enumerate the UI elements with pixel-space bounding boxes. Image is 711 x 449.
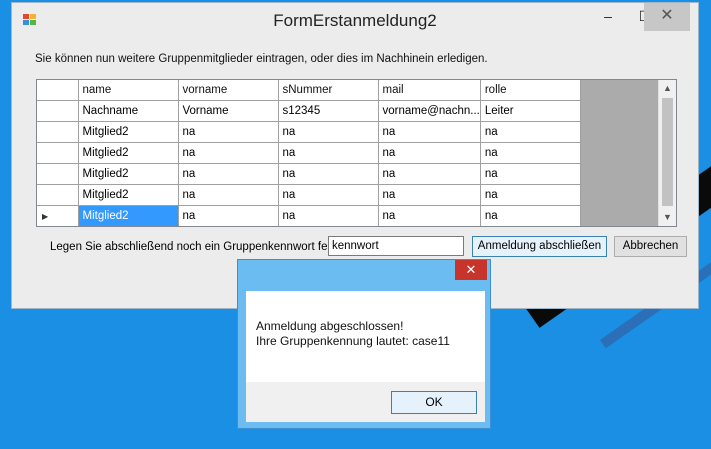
minimize-button[interactable]: –	[589, 3, 627, 31]
password-label: Legen Sie abschließend noch ein Gruppenk…	[50, 241, 340, 253]
row-header[interactable]	[37, 163, 79, 185]
scrollbar-thumb[interactable]	[662, 98, 673, 206]
scroll-up-icon[interactable]: ▲	[659, 80, 676, 97]
cell-vorname[interactable]: na	[178, 163, 279, 185]
dialog-close-button[interactable]: ✕	[455, 260, 487, 280]
dialog-message-line1: Anmeldung abgeschlossen!	[256, 319, 404, 333]
column-header-rolle[interactable]: rolle	[480, 80, 581, 101]
cell-mail[interactable]: na	[378, 121, 481, 143]
column-header-mail[interactable]: mail	[378, 80, 481, 101]
current-row-arrow-icon: ▶	[42, 211, 49, 221]
close-button[interactable]: ✕	[644, 3, 690, 31]
cell-rolle[interactable]: na	[480, 142, 581, 164]
cell-vorname[interactable]: na	[178, 205, 279, 226]
cell-snummer[interactable]: na	[278, 163, 379, 185]
ok-button[interactable]: OK	[391, 391, 477, 414]
info-text: Sie können nun weitere Gruppenmitglieder…	[35, 53, 488, 65]
message-dialog: ✕ Anmeldung abgeschlossen! Ihre Gruppenk…	[237, 259, 491, 429]
dialog-message-line2: Ihre Gruppenkennung lautet: case11	[256, 334, 450, 348]
cell-rolle[interactable]: Leiter	[480, 100, 581, 122]
close-icon: ✕	[660, 7, 674, 24]
dialog-footer: OK	[246, 382, 485, 422]
cell-name[interactable]: Mitglied2	[78, 184, 179, 206]
cell-name[interactable]: Nachname	[78, 100, 179, 122]
table-row[interactable]: Mitglied2 na na na na	[37, 163, 581, 185]
cell-vorname[interactable]: Vorname	[178, 100, 279, 122]
cell-mail[interactable]: na	[378, 205, 481, 226]
cell-name[interactable]: Mitglied2	[78, 121, 179, 143]
column-header-name[interactable]: name	[78, 80, 179, 101]
cell-snummer[interactable]: na	[278, 142, 379, 164]
cell-snummer[interactable]: na	[278, 205, 379, 226]
members-grid[interactable]: name vorname sNummer mail rolle Nachname…	[36, 79, 677, 227]
finish-registration-button[interactable]: Anmeldung abschließen	[472, 236, 607, 257]
close-icon: ✕	[465, 262, 477, 277]
table-row[interactable]: Nachname Vorname s12345 vorname@nachn...…	[37, 100, 581, 122]
title-bar: FormErstanmeldung2 – ☐ ✕	[12, 3, 698, 36]
table-row[interactable]: Mitglied2 na na na na	[37, 121, 581, 143]
cell-rolle[interactable]: na	[480, 163, 581, 185]
group-password-input[interactable]	[328, 236, 464, 256]
cell-snummer[interactable]: na	[278, 121, 379, 143]
cell-name[interactable]: Mitglied2	[78, 142, 179, 164]
row-header[interactable]	[37, 121, 79, 143]
cell-rolle[interactable]: na	[480, 184, 581, 206]
cell-vorname[interactable]: na	[178, 121, 279, 143]
cancel-button[interactable]: Abbrechen	[614, 236, 687, 257]
cell-name-selected[interactable]: Mitglied2	[78, 205, 179, 226]
scroll-down-icon[interactable]: ▼	[659, 209, 676, 226]
cell-mail[interactable]: na	[378, 184, 481, 206]
cell-snummer[interactable]: na	[278, 184, 379, 206]
vertical-scrollbar[interactable]: ▲ ▼	[658, 80, 676, 226]
dialog-message: Anmeldung abgeschlossen! Ihre Gruppenken…	[256, 319, 450, 349]
column-header-snummer[interactable]: sNummer	[278, 80, 379, 101]
grid-header-row: name vorname sNummer mail rolle	[37, 80, 581, 101]
table-row[interactable]: Mitglied2 na na na na	[37, 184, 581, 206]
cell-mail[interactable]: na	[378, 163, 481, 185]
cell-rolle[interactable]: na	[480, 205, 581, 226]
cell-mail[interactable]: vorname@nachn...	[378, 100, 481, 122]
cell-snummer[interactable]: s12345	[278, 100, 379, 122]
column-header-vorname[interactable]: vorname	[178, 80, 279, 101]
cell-vorname[interactable]: na	[178, 184, 279, 206]
row-header[interactable]	[37, 100, 79, 122]
cell-rolle[interactable]: na	[480, 121, 581, 143]
table-row[interactable]: Mitglied2 na na na na	[37, 142, 581, 164]
dialog-body: Anmeldung abgeschlossen! Ihre Gruppenken…	[246, 291, 485, 422]
row-header[interactable]	[37, 142, 79, 164]
table-row[interactable]: ▶ Mitglied2 na na na na	[37, 205, 581, 226]
row-header-corner	[37, 80, 79, 101]
row-header-current[interactable]: ▶	[37, 205, 79, 226]
row-header[interactable]	[37, 184, 79, 206]
cell-mail[interactable]: na	[378, 142, 481, 164]
cell-vorname[interactable]: na	[178, 142, 279, 164]
cell-name[interactable]: Mitglied2	[78, 163, 179, 185]
